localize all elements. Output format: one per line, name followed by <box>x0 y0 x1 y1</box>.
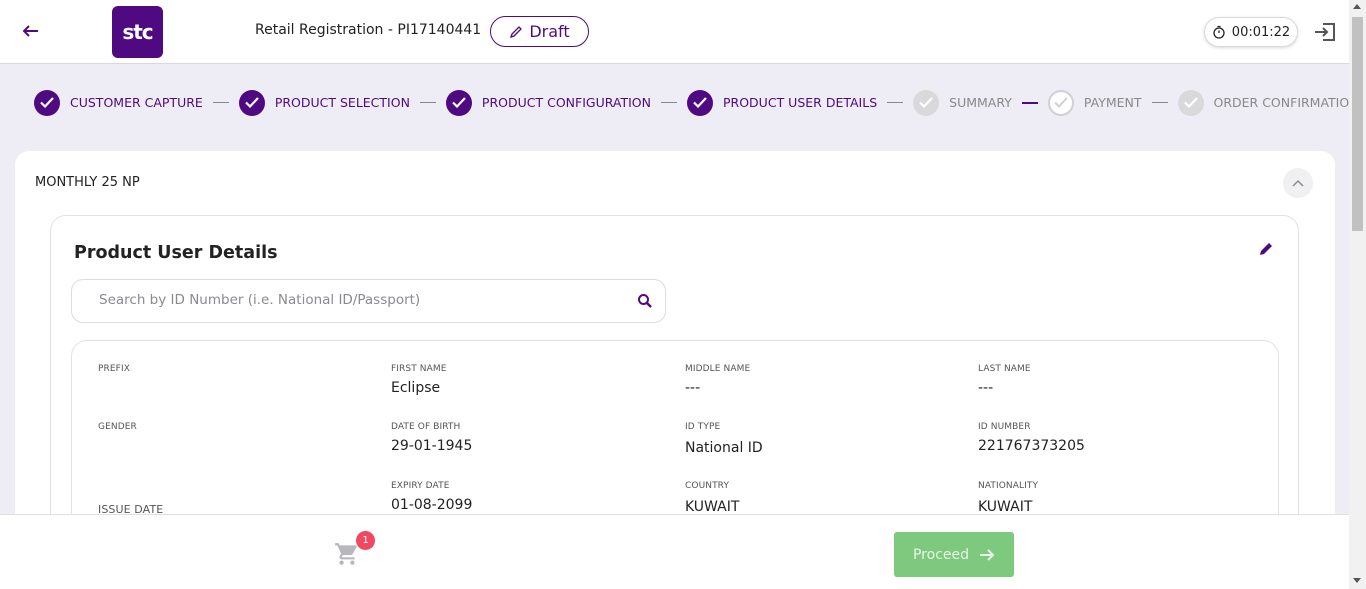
step-label: PRODUCT CONFIGURATION <box>481 95 651 110</box>
field-label: COUNTRY <box>685 481 730 491</box>
field-value: --- <box>685 380 701 396</box>
check-icon <box>687 89 713 116</box>
step-product-user-details[interactable]: PRODUCT USER DETAILS <box>687 89 878 116</box>
field-date-of-birth: DATE OF BIRTH 29-01-1945 <box>391 422 472 454</box>
cart-count-badge: 1 <box>356 531 375 550</box>
action-footer: 1 Proceed <box>0 514 1349 589</box>
back-arrow-icon[interactable] <box>20 20 42 42</box>
step-label: CUSTOMER CAPTURE <box>70 95 203 110</box>
step-separator <box>887 102 904 103</box>
chevron-up-icon[interactable] <box>1283 168 1313 198</box>
step-summary: SUMMARY <box>913 89 1012 116</box>
step-separator <box>661 102 677 103</box>
field-id-number: ID NUMBER 221767373205 <box>978 422 1085 454</box>
plan-card: MONTHLY 25 NP Product User Details PREFI… <box>15 151 1335 551</box>
field-label: EXPIRY DATE <box>391 481 450 491</box>
field-prefix: PREFIX <box>98 364 130 380</box>
field-label: NATIONALITY <box>978 481 1039 491</box>
session-timer: 00:01:22 <box>1204 17 1298 47</box>
progress-stepper: CUSTOMER CAPTURE PRODUCT SELECTION PRODU… <box>34 89 1359 116</box>
page-title: Retail Registration - PI17140441 <box>255 22 482 38</box>
id-search-box <box>71 279 666 323</box>
step-separator <box>212 102 229 103</box>
step-customer-capture[interactable]: CUSTOMER CAPTURE <box>34 89 203 116</box>
check-icon <box>445 89 472 116</box>
search-icon[interactable] <box>637 293 653 309</box>
app-header: stc Retail Registration - PI17140441 Dra… <box>0 0 1349 64</box>
field-middle-name: MIDDLE NAME --- <box>685 364 750 396</box>
field-value: --- <box>978 380 994 396</box>
field-id-type: ID TYPE National ID <box>685 422 763 456</box>
field-value: 01-08-2099 <box>391 497 473 513</box>
user-info-grid: PREFIX FIRST NAME Eclipse MIDDLE NAME --… <box>71 340 1279 540</box>
product-user-details-card: Product User Details PREFIX FIRST NAME E… <box>50 215 1299 545</box>
field-label: ID NUMBER <box>978 422 1031 432</box>
step-label: ORDER CONFIRMATION <box>1213 95 1359 110</box>
check-icon <box>1177 89 1204 116</box>
stc-logo[interactable]: stc <box>112 6 163 58</box>
field-value: 29-01-1945 <box>391 438 473 454</box>
field-value: 221767373205 <box>978 438 1085 454</box>
check-icon <box>1047 89 1074 116</box>
field-first-name: FIRST NAME Eclipse <box>391 364 447 396</box>
pencil-icon <box>510 25 523 38</box>
logout-icon[interactable] <box>1313 20 1337 44</box>
stopwatch-icon <box>1213 25 1225 39</box>
field-label: LAST NAME <box>978 364 1031 374</box>
step-separator <box>419 102 436 103</box>
scrollbar-thumb[interactable] <box>1352 17 1363 231</box>
arrow-right-icon <box>980 548 995 561</box>
draft-label: Draft <box>529 22 570 41</box>
scroll-up-arrow-icon[interactable] <box>1353 4 1361 9</box>
field-label: MIDDLE NAME <box>685 364 751 374</box>
step-payment: PAYMENT <box>1047 89 1142 116</box>
proceed-button[interactable]: Proceed <box>894 532 1014 577</box>
proceed-label: Proceed <box>912 546 970 563</box>
step-separator <box>1151 102 1168 103</box>
draft-button[interactable]: Draft <box>490 16 589 47</box>
edit-pencil-icon[interactable] <box>1258 241 1276 259</box>
step-label: PRODUCT USER DETAILS <box>723 95 878 110</box>
field-label: DATE OF BIRTH <box>391 422 461 432</box>
field-value: KUWAIT <box>978 499 1033 515</box>
scroll-down-arrow-icon[interactable] <box>1353 578 1361 583</box>
step-separator <box>1021 101 1038 104</box>
step-product-selection[interactable]: PRODUCT SELECTION <box>238 89 410 116</box>
field-label: GENDER <box>98 422 137 432</box>
field-label: ID TYPE <box>685 422 721 432</box>
field-last-name: LAST NAME --- <box>978 364 1031 396</box>
page-scrollbar[interactable] <box>1349 0 1366 589</box>
field-country: COUNTRY KUWAIT <box>685 481 739 515</box>
check-icon <box>238 89 265 116</box>
step-product-configuration[interactable]: PRODUCT CONFIGURATION <box>445 89 651 116</box>
plan-name: MONTHLY 25 NP <box>35 175 140 190</box>
field-expiry-date: EXPIRY DATE 01-08-2099 <box>391 481 472 513</box>
id-search-input[interactable] <box>99 292 619 308</box>
field-value: Eclipse <box>391 380 441 396</box>
step-label: PRODUCT SELECTION <box>274 95 410 110</box>
check-icon <box>34 89 60 116</box>
step-order-confirmation: ORDER CONFIRMATION <box>1177 89 1359 116</box>
field-gender: GENDER <box>98 422 137 438</box>
field-label: FIRST NAME <box>391 364 447 374</box>
field-value: KUWAIT <box>685 499 740 515</box>
check-icon <box>913 89 940 116</box>
field-nationality: NATIONALITY KUWAIT <box>978 481 1038 515</box>
step-label: SUMMARY <box>949 95 1012 110</box>
section-title: Product User Details <box>74 243 278 263</box>
step-label: PAYMENT <box>1083 95 1142 110</box>
field-value: National ID <box>685 440 763 456</box>
timer-value: 00:01:22 <box>1231 24 1291 40</box>
field-label: PREFIX <box>98 364 130 374</box>
